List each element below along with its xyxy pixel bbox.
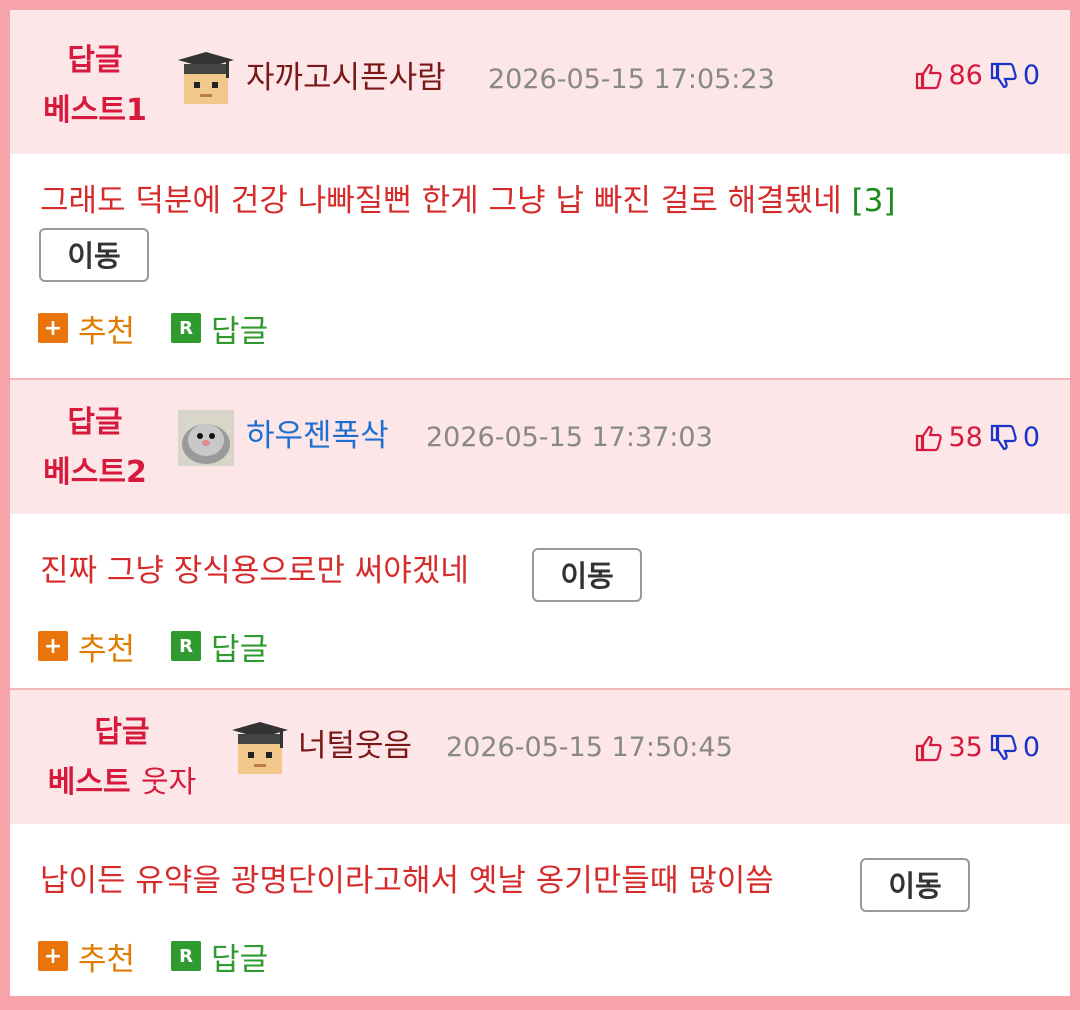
- comment-item: 답글 베스트 웃자 너털웃음 2026-05-15 17:50:45 35 0 …: [10, 690, 1070, 996]
- reply-button[interactable]: R 답글: [171, 934, 268, 979]
- badge-line1: 답글: [94, 715, 150, 750]
- recommend-button[interactable]: + 추천: [38, 624, 135, 669]
- move-button[interactable]: 이동: [39, 228, 149, 282]
- dislike-count: 0: [1022, 732, 1040, 763]
- badge-line1: 답글: [67, 405, 123, 440]
- badge-suffix: 웃자: [141, 765, 197, 800]
- like-count: 58: [948, 422, 983, 453]
- comment-text: 납이든 유약을 광명단이라고해서 옛날 옹기만들때 많이씀: [40, 863, 774, 899]
- thumbs-down-icon: [990, 734, 1017, 761]
- recommend-button[interactable]: + 추천: [38, 934, 135, 979]
- reply-label: 답글: [211, 313, 269, 350]
- reply-count[interactable]: [3]: [852, 183, 896, 219]
- comment-header: 답글 베스트1 자까고시픈사람 2026-05-15 17:05:23 86 0: [10, 10, 1070, 154]
- comment-datetime: 2026-05-15 17:50:45: [446, 732, 733, 763]
- dislike-button[interactable]: 0: [989, 58, 1040, 94]
- nickname[interactable]: 자까고시픈사람: [246, 58, 446, 98]
- best-badge: 답글 베스트2: [35, 398, 155, 498]
- like-button[interactable]: 35: [914, 730, 983, 766]
- best-badge: 답글 베스트1: [35, 36, 155, 136]
- dislike-button[interactable]: 0: [989, 420, 1040, 456]
- plus-icon: +: [38, 631, 68, 661]
- vote-counts: 35 0: [914, 730, 1040, 766]
- thumbs-up-icon: [916, 735, 943, 762]
- dislike-button[interactable]: 0: [989, 730, 1040, 766]
- like-count: 86: [948, 60, 983, 91]
- best-badge: 답글 베스트 웃자: [32, 708, 212, 808]
- plus-icon: +: [38, 941, 68, 971]
- graduate-avatar-icon[interactable]: [232, 720, 288, 776]
- comment-text: 진짜 그냥 장식용으로만 써야겠네: [40, 553, 469, 589]
- comment-item: 답글 베스트1 자까고시픈사람 2026-05-15 17:05:23 86 0…: [10, 10, 1070, 378]
- recommend-label: 추천: [78, 941, 136, 978]
- reply-r-icon: R: [171, 941, 202, 971]
- nickname[interactable]: 하우젠폭삭: [246, 416, 389, 456]
- recommend-button[interactable]: + 추천: [38, 306, 135, 351]
- move-button[interactable]: 이동: [860, 858, 970, 912]
- thumbs-down-icon: [990, 424, 1017, 451]
- badge-line2: 베스트2: [43, 455, 147, 490]
- reply-label: 답글: [211, 941, 269, 978]
- comment-list: 답글 베스트1 자까고시픈사람 2026-05-15 17:05:23 86 0…: [10, 10, 1070, 996]
- comment-datetime: 2026-05-15 17:37:03: [426, 422, 713, 453]
- recommend-label: 추천: [78, 631, 136, 668]
- badge-line2: 베스트 웃자: [47, 765, 197, 800]
- badge-line1: 답글: [67, 43, 123, 78]
- comment-actions: + 추천 R 답글: [38, 934, 304, 979]
- reply-r-icon: R: [171, 631, 202, 661]
- recommend-label: 추천: [78, 313, 136, 350]
- graduate-avatar-icon[interactable]: [178, 50, 234, 106]
- reply-r-icon: R: [171, 313, 202, 343]
- thumbs-up-icon: [916, 425, 943, 452]
- comment-actions: + 추천 R 답글: [38, 624, 304, 669]
- like-button[interactable]: 58: [914, 420, 983, 456]
- vote-counts: 58 0: [914, 420, 1040, 456]
- dislike-count: 0: [1022, 60, 1040, 91]
- comment-item: 답글 베스트2 하우젠폭삭 2026-05-15 17:37:03 58 0 진…: [10, 380, 1070, 688]
- reply-button[interactable]: R 답글: [171, 624, 268, 669]
- comment-header: 답글 베스트 웃자 너털웃음 2026-05-15 17:50:45 35 0: [10, 690, 1070, 824]
- vote-counts: 86 0: [914, 58, 1040, 94]
- like-count: 35: [948, 732, 983, 763]
- bird-avatar-icon[interactable]: [178, 410, 234, 466]
- like-button[interactable]: 86: [914, 58, 983, 94]
- move-button[interactable]: 이동: [532, 548, 642, 602]
- nickname[interactable]: 너털웃음: [298, 726, 412, 766]
- dislike-count: 0: [1022, 422, 1040, 453]
- comment-header: 답글 베스트2 하우젠폭삭 2026-05-15 17:37:03 58 0: [10, 380, 1070, 514]
- comment-datetime: 2026-05-15 17:05:23: [488, 64, 775, 95]
- comment-actions: + 추천 R 답글: [38, 306, 304, 351]
- reply-button[interactable]: R 답글: [171, 306, 268, 351]
- badge-line2: 베스트1: [43, 93, 147, 128]
- thumbs-down-icon: [990, 62, 1017, 89]
- thumbs-up-icon: [916, 63, 943, 90]
- reply-label: 답글: [211, 631, 269, 668]
- plus-icon: +: [38, 313, 68, 343]
- comment-text: 그래도 덕분에 건강 나빠질뻔 한게 그냥 납 빠진 걸로 해결됐네 [3]: [40, 183, 896, 219]
